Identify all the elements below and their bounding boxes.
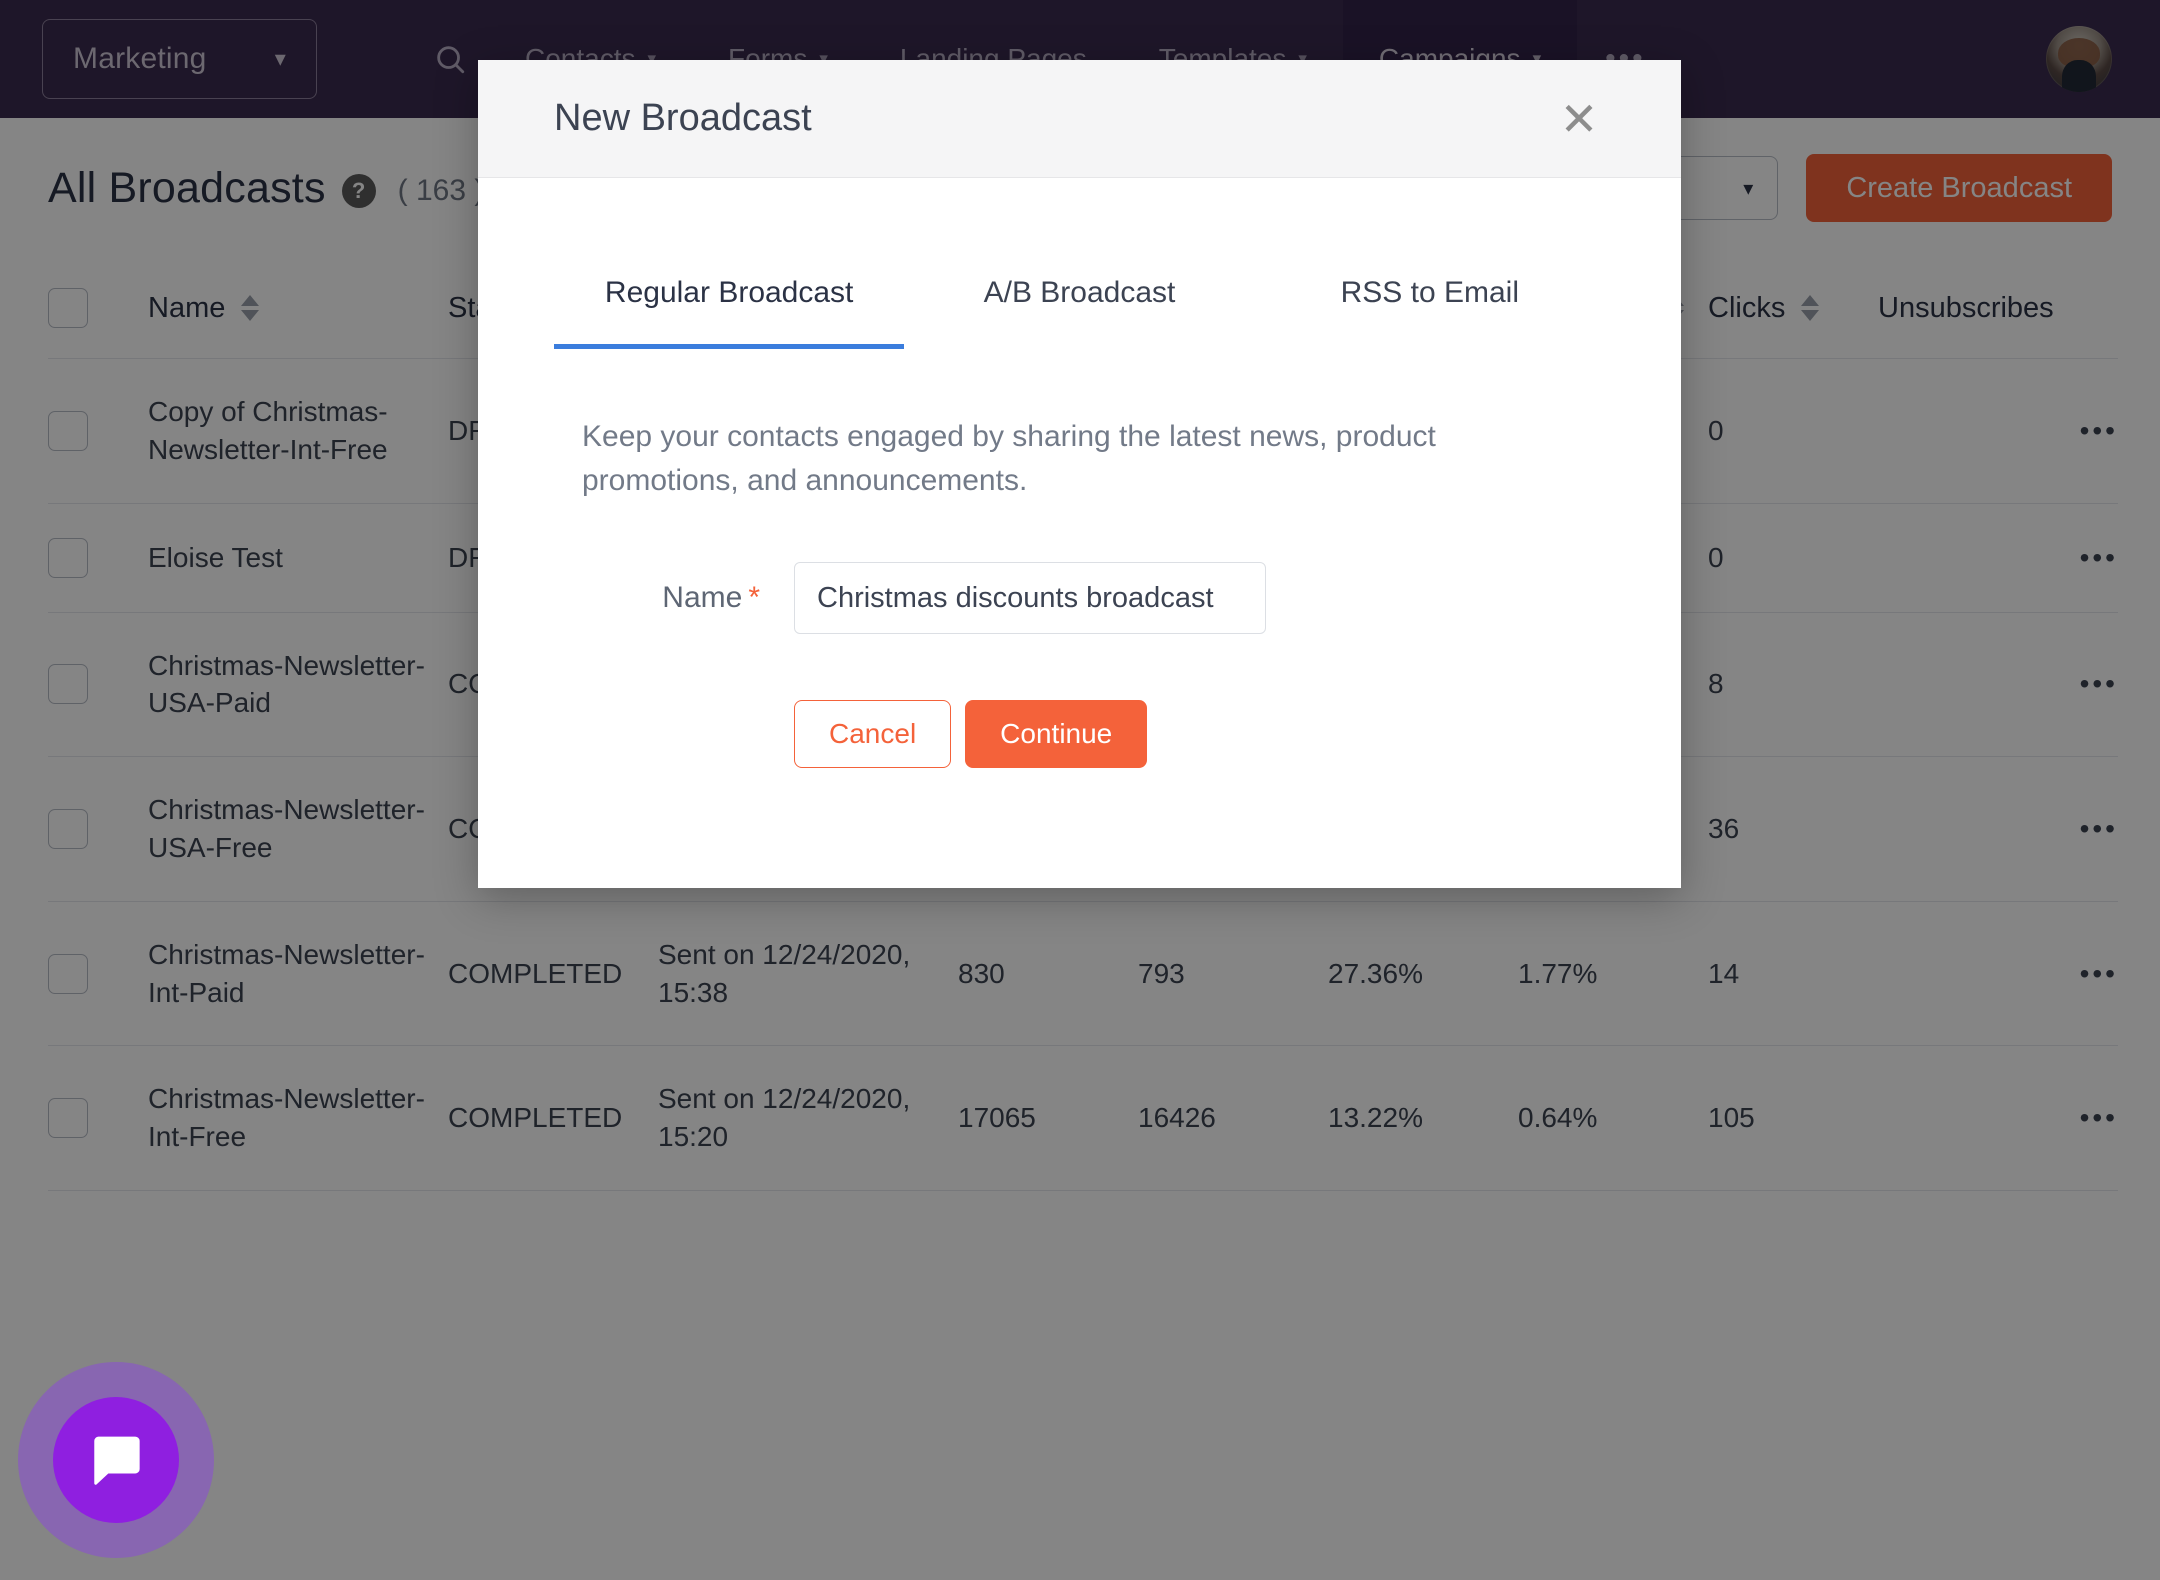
modal-body: Regular Broadcast A/B Broadcast RSS to E…: [478, 178, 1681, 888]
chat-bubble-icon: [53, 1397, 179, 1523]
name-form-row: Name *: [554, 562, 1605, 634]
close-icon[interactable]: ✕: [1551, 91, 1607, 147]
continue-button[interactable]: Continue: [965, 700, 1148, 768]
required-asterisk: *: [748, 581, 760, 614]
name-field-label: Name *: [582, 581, 794, 615]
modal-header: New Broadcast ✕: [478, 60, 1681, 178]
broadcast-name-input[interactable]: [794, 562, 1266, 634]
tab-rss-to-email[interactable]: RSS to Email: [1255, 276, 1605, 349]
tab-ab-broadcast[interactable]: A/B Broadcast: [904, 276, 1254, 349]
app-root: Marketing ▾ Contacts ▾ Forms ▾ Landing P…: [0, 0, 2160, 1580]
modal-footer-actions: Cancel Continue: [554, 700, 1605, 768]
broadcast-type-tabs: Regular Broadcast A/B Broadcast RSS to E…: [554, 178, 1605, 349]
new-broadcast-modal: New Broadcast ✕ Regular Broadcast A/B Br…: [478, 60, 1681, 888]
tab-regular-broadcast[interactable]: Regular Broadcast: [554, 276, 905, 349]
chat-launcher-button[interactable]: [18, 1362, 214, 1558]
modal-description: Keep your contacts engaged by sharing th…: [582, 420, 1436, 497]
cancel-button[interactable]: Cancel: [794, 700, 952, 768]
name-field-label-text: Name: [662, 581, 743, 614]
modal-title: New Broadcast: [554, 97, 812, 139]
